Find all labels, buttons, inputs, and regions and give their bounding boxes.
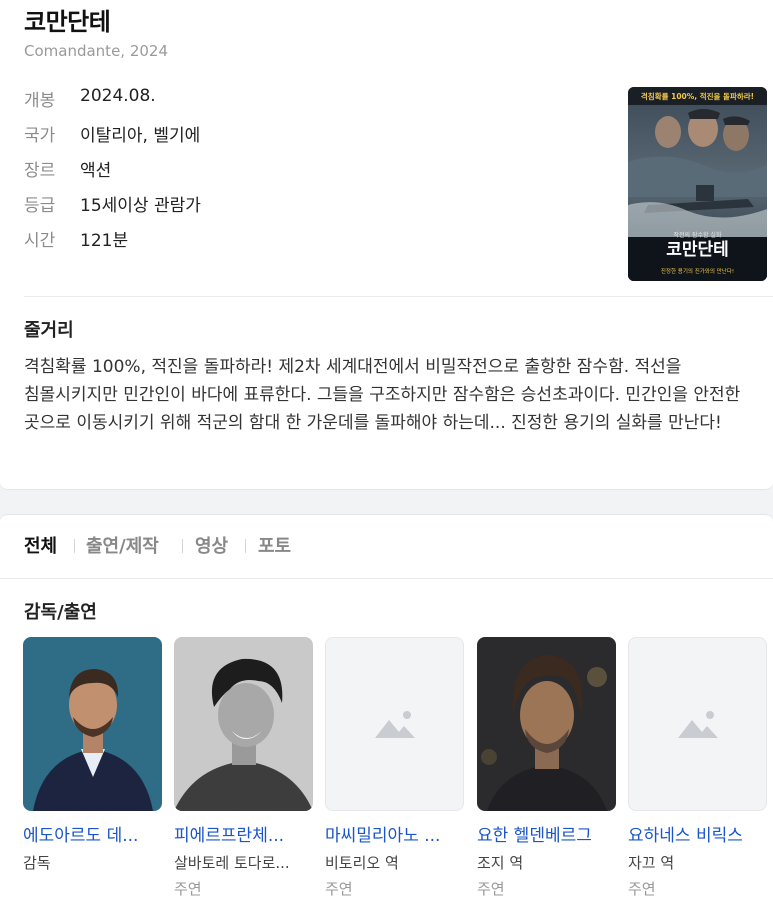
person-role: 비토리오 역 [325,854,399,872]
person-type: 주연 [628,880,656,898]
tab-video[interactable]: 영상 [195,532,228,558]
photo-placeholder[interactable] [325,637,464,811]
poster-small-text: 작전의 잠수함 실화 [674,231,722,239]
info-value: 121분 [80,231,129,251]
image-placeholder-icon [677,711,718,738]
info-row-runtime: 시간 121분 [24,226,324,251]
movie-poster[interactable]: 격침확률 100%, 적진을 돌파하라! 작전의 잠수함 실화 코만단테 진정한… [628,87,767,281]
person-role: 감독 [23,854,51,872]
info-label: 등급 [24,196,56,216]
info-value: 15세이상 관람가 [80,196,201,216]
person-type: 주연 [325,880,353,898]
tab-separator [74,539,75,553]
person-photo[interactable] [174,637,313,811]
cast-heading: 감독/출연 [24,602,97,623]
person-role: 자끄 역 [628,854,675,872]
movie-subtitle: Comandante, 2024 [24,42,169,60]
person-role: 살바토레 토다로... [174,854,290,872]
info-label: 시간 [24,231,56,251]
synopsis-heading: 줄거리 [24,320,74,341]
tab-cast-crew[interactable]: 출연/제작 [86,532,159,558]
info-label: 국가 [24,126,56,146]
divider [0,578,773,579]
poster-image: 격침확률 100%, 적진을 돌파하라! 작전의 잠수함 실화 코만단테 진정한… [628,87,767,281]
synopsis-text: 격침확률 100%, 적진을 돌파하라! 제2차 세계대전에서 비밀작전으로 출… [24,357,741,433]
poster-footer: 진정한 용기의 진가와의 만난다! [661,267,734,275]
person-name[interactable]: 마씨밀리아노 ... [325,821,475,846]
info-label: 개봉 [24,91,56,111]
person-name[interactable]: 피에르프란체... [174,821,324,846]
person-photo[interactable] [477,637,616,811]
info-value: 이탈리아, 벨기에 [80,126,201,146]
info-value: 액션 [80,161,112,181]
person-name[interactable]: 요하네스 비릭스 [628,821,773,846]
image-placeholder-icon [374,711,415,738]
info-row-rating: 등급 15세이상 관람가 [24,191,324,216]
tab-photo[interactable]: 포토 [258,532,291,558]
person-role: 조지 역 [477,854,524,872]
info-row-country: 국가 이탈리아, 벨기에 [24,121,324,146]
tab-separator [245,539,246,553]
info-row-genre: 장르 액션 [24,156,324,181]
info-label: 장르 [24,161,56,181]
poster-tagline: 격침확률 100%, 적진을 돌파하라! [641,91,754,101]
person-name[interactable]: 요한 헬덴베르그 [477,821,627,846]
person-photo[interactable] [23,637,162,811]
tab-all[interactable]: 전체 [24,532,57,558]
person-name[interactable]: 에도아르도 데... [23,821,173,846]
info-row-release: 개봉 2024.08. [24,86,324,111]
info-value: 2024.08. [80,86,156,106]
movie-info-card: 코만단테 Comandante, 2024 개봉 2024.08. 국가 이탈리… [0,0,773,490]
person-type: 주연 [477,880,505,898]
tab-separator [182,539,183,553]
person-type: 주연 [174,880,202,898]
movie-title: 코만단테 [24,8,111,36]
photo-placeholder[interactable] [628,637,767,811]
poster-title: 코만단테 [666,240,729,260]
divider [24,296,773,297]
